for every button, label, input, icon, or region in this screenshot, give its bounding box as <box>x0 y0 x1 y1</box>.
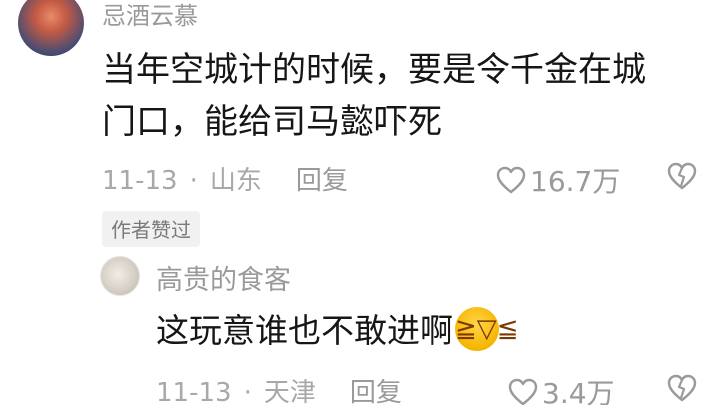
meta-separator: · <box>243 378 252 405</box>
reply-like-button[interactable]: 3.4万 <box>508 372 615 405</box>
reply-text-content: 这玩意谁也不敢进啊 <box>156 311 453 350</box>
comment-date: 11-13 <box>102 166 178 196</box>
reply-date: 11-13 <box>156 378 232 405</box>
comment-username[interactable]: 忌酒云慕 <box>102 0 198 31</box>
avatar[interactable] <box>18 0 84 56</box>
comment-text: 当年空城计的时候，要是令千金在城 门口，能给司马懿吓死 <box>102 44 692 148</box>
comment-location: 山东 <box>209 166 262 196</box>
reply-location: 天津 <box>263 378 316 405</box>
laughing-crying-emoji-icon: ≧▽≦ <box>455 306 519 351</box>
author-liked-badge: 作者赞过 <box>102 211 200 247</box>
reply-avatar[interactable] <box>100 256 140 296</box>
meta-separator: · <box>189 166 198 196</box>
reply-button[interactable]: 回复 <box>296 166 348 196</box>
reply-text: 这玩意谁也不敢进啊≧▽≦ <box>156 306 519 355</box>
reply-like-count: 3.4万 <box>542 377 615 405</box>
comment-meta: 11-13 · 山东 回复 <box>102 160 348 197</box>
like-button[interactable]: 16.7万 <box>496 160 620 200</box>
heart-icon <box>496 166 526 194</box>
comment-text-line: 当年空城计的时候，要是令千金在城 <box>102 50 646 90</box>
reply-meta: 11-13 · 天津 回复 <box>156 372 402 405</box>
heart-icon <box>508 378 538 405</box>
comment-text-line: 门口，能给司马懿吓死 <box>102 102 442 142</box>
dislike-icon[interactable] <box>667 162 697 194</box>
comment-thread: 忌酒云慕 当年空城计的时候，要是令千金在城 门口，能给司马懿吓死 11-13 · 山… <box>0 0 720 405</box>
reply-username[interactable]: 高贵的食客 <box>156 258 291 297</box>
dislike-icon[interactable] <box>667 374 697 405</box>
like-count: 16.7万 <box>530 165 621 198</box>
reply-reply-button[interactable]: 回复 <box>350 378 402 405</box>
